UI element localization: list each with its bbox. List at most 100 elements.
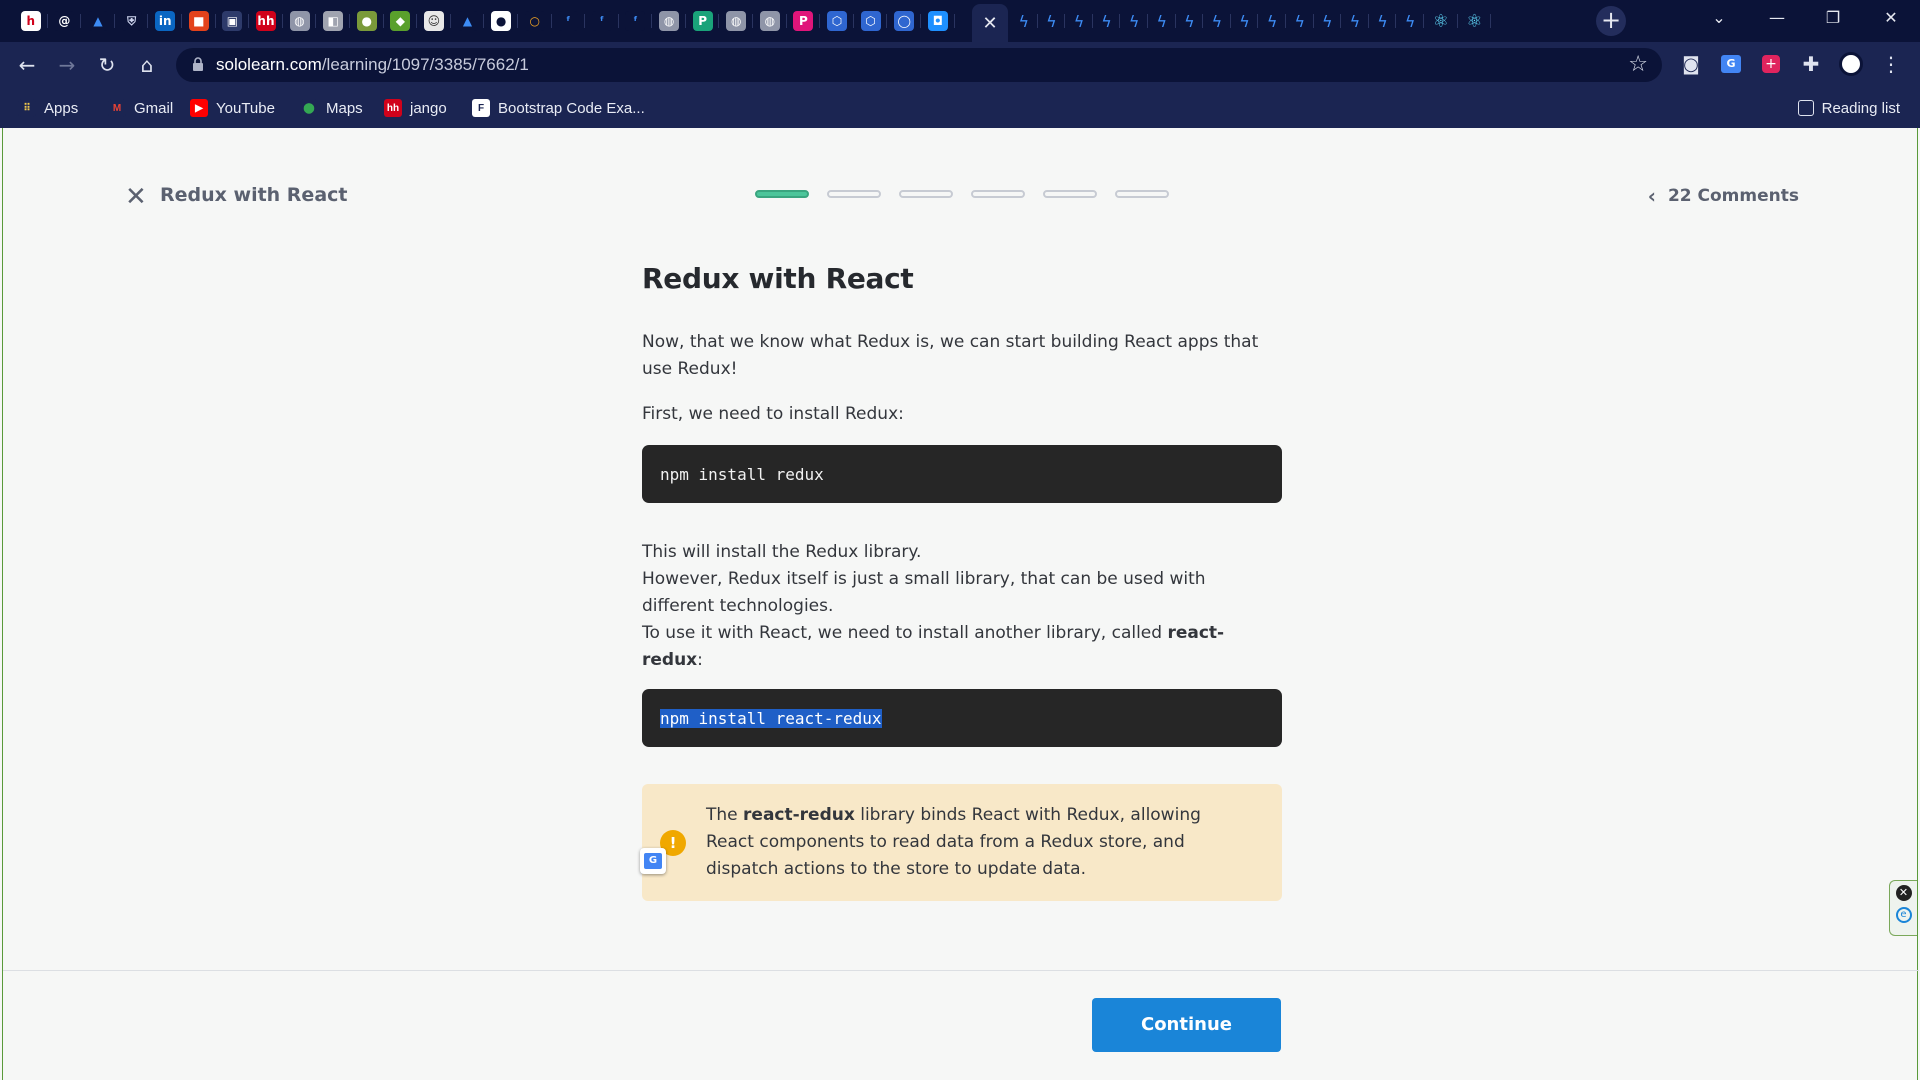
translate-popup-icon[interactable]: G [640,848,666,874]
browser-tab[interactable]: ᶠ [552,7,586,35]
browser-tab[interactable]: ◯ [887,7,921,35]
browser-tab[interactable]: P [686,7,720,35]
close-circle-icon[interactable]: ✕ [1895,885,1912,901]
browser-tab[interactable]: ⬡ [820,7,854,35]
browser-tab[interactable]: ◍ [652,7,686,35]
browser-tab[interactable]: ᶠ [619,7,653,35]
progress-segment [971,190,1025,198]
chevron-left-icon: ‹ [1647,184,1656,208]
bookmark-label: YouTube [216,99,275,117]
browser-tab[interactable]: ▣ [216,7,250,35]
continue-button[interactable]: Continue [1092,998,1281,1052]
minimize-button[interactable]: — [1762,8,1792,27]
browser-tab[interactable]: ⬡ [854,7,888,35]
browser-tab[interactable]: ϟ [1396,7,1424,35]
browser-tab[interactable]: ϟ [1093,7,1121,35]
progress-segment [1043,190,1097,198]
browser-tab[interactable]: ☺ [417,7,451,35]
camera-icon[interactable]: ◙ [1678,51,1704,77]
browser-tab[interactable]: ϟ [1314,7,1342,35]
tab-search-icon[interactable]: ⌄ [1704,8,1734,27]
browser-tab[interactable]: ϟ [1120,7,1148,35]
green-ball-icon: ● [356,11,377,31]
footer-divider [3,970,1919,971]
tab-close-icon[interactable]: ✕ [982,13,997,34]
browser-tab[interactable]: ● [484,7,518,35]
browser-tab[interactable]: ◧ [316,7,350,35]
browser-tab[interactable]: ◍ [283,7,317,35]
note-library-name: react-redux [743,805,855,825]
browser-tab[interactable]: ᶠ [585,7,619,35]
paragraph: First, we need to install Redux: [642,404,904,424]
back-icon[interactable]: ← [12,50,42,80]
side-widget[interactable]: ✕ e [1889,880,1917,936]
browser-tab[interactable]: ◍ [753,7,787,35]
close-lesson-icon[interactable]: ✕ [125,184,147,210]
browser-tab[interactable]: ϟ [1286,7,1314,35]
address-bar[interactable]: sololearn.com/learning/1097/3385/7662/1 … [176,48,1662,82]
browser-tab[interactable]: ◘ [921,7,955,35]
browser-tab[interactable]: ○ [518,7,552,35]
sololearn-icon: ◘ [927,11,948,31]
avatar-tab-icon: ☺ [423,11,444,31]
restore-button[interactable]: ❐ [1818,8,1848,27]
bookmark-star-icon[interactable]: ☆ [1628,52,1648,77]
reload-icon[interactable]: ↻ [92,50,122,80]
e-circle-icon[interactable]: e [1895,907,1912,923]
reading-list-button[interactable]: Reading list [1797,96,1900,120]
browser-tab[interactable]: @ [48,7,82,35]
browser-tab[interactable]: ϟ [1148,7,1176,35]
browser-tab[interactable]: ϟ [1038,7,1066,35]
profile-avatar[interactable] [1838,51,1864,77]
browser-tab[interactable]: ϟ [1176,7,1204,35]
browser-tab[interactable]: P [787,7,821,35]
browser-tab[interactable]: ϟ [1369,7,1397,35]
forward-icon[interactable]: → [52,50,82,80]
home-icon[interactable]: ⌂ [132,50,162,80]
browser-tab[interactable]: ⛨ [115,7,149,35]
browser-tab[interactable]: ϟ [1258,7,1286,35]
browser-tab[interactable]: ϟ [1203,7,1231,35]
browser-tab[interactable]: ▲ [451,7,485,35]
extensions-puzzle-icon[interactable]: ✚ [1798,51,1824,77]
browser-tab[interactable]: ϟ [1010,7,1038,35]
bookmark-item[interactable]: F Bootstrap Code Exa... [472,96,645,120]
bookmark-item[interactable]: ⬤ Maps [300,96,363,120]
code-block[interactable]: npm install react-redux [642,689,1282,747]
browser-tab[interactable]: ⚛ [1458,7,1492,35]
paragraph-text: : [697,650,703,670]
browser-tab[interactable]: h [14,7,48,35]
browser-tab[interactable]: ◍ [719,7,753,35]
new-tab-button[interactable]: + [1596,6,1626,36]
paragraph: Now, that we know what Redux is, we can … [642,332,1259,379]
browser-tab[interactable]: ϟ [1341,7,1369,35]
tab-list: h @ ▲ ⛨ in ■ ▣ hh ◍ ◧ ● ◆ ☺ ▲ ● ○ ᶠ ᶠ ᶠ ◍ P ◍ ◍ P ⬡ ⬡ ◯ ◘ [14,7,955,35]
browser-tab[interactable]: ■ [182,7,216,35]
browser-tab[interactable]: hh [249,7,283,35]
bookmark-item[interactable]: hh jango [384,96,447,120]
bookmark-item[interactable]: ⠿ Apps [18,96,78,120]
browser-tab[interactable]: ▲ [81,7,115,35]
comments-button[interactable]: ‹ 22 Comments [1648,184,1799,208]
bolt-icon: ϟ [1239,11,1250,31]
close-window-button[interactable]: ✕ [1876,8,1906,27]
linkedin-icon: in [155,11,176,31]
browser-tab[interactable]: ϟ [1065,7,1093,35]
browser-tab[interactable]: ⚛ [1424,7,1458,35]
paragraph: To use it with React, we need to install… [642,620,1282,674]
hh-icon: h [20,11,41,31]
google-translate-icon[interactable]: G [1718,51,1744,77]
bookmark-item[interactable]: ▶ YouTube [190,96,275,120]
browser-tab[interactable]: in [148,7,182,35]
code-block[interactable]: npm install redux [642,445,1282,503]
active-tab[interactable]: ✕ [972,4,1008,42]
info-note: ! The react-redux library binds React wi… [642,784,1282,901]
menu-kebab-icon[interactable]: ⋮ [1878,51,1904,77]
browser-tab[interactable]: ◆ [384,7,418,35]
bookmark-item[interactable]: M Gmail [108,96,173,120]
red-extension-icon[interactable]: + [1758,51,1784,77]
code-text-selected: npm install react-redux [660,708,882,728]
browser-tab[interactable]: ϟ [1231,7,1259,35]
hh-red-icon: hh [384,99,402,117]
browser-tab[interactable]: ● [350,7,384,35]
